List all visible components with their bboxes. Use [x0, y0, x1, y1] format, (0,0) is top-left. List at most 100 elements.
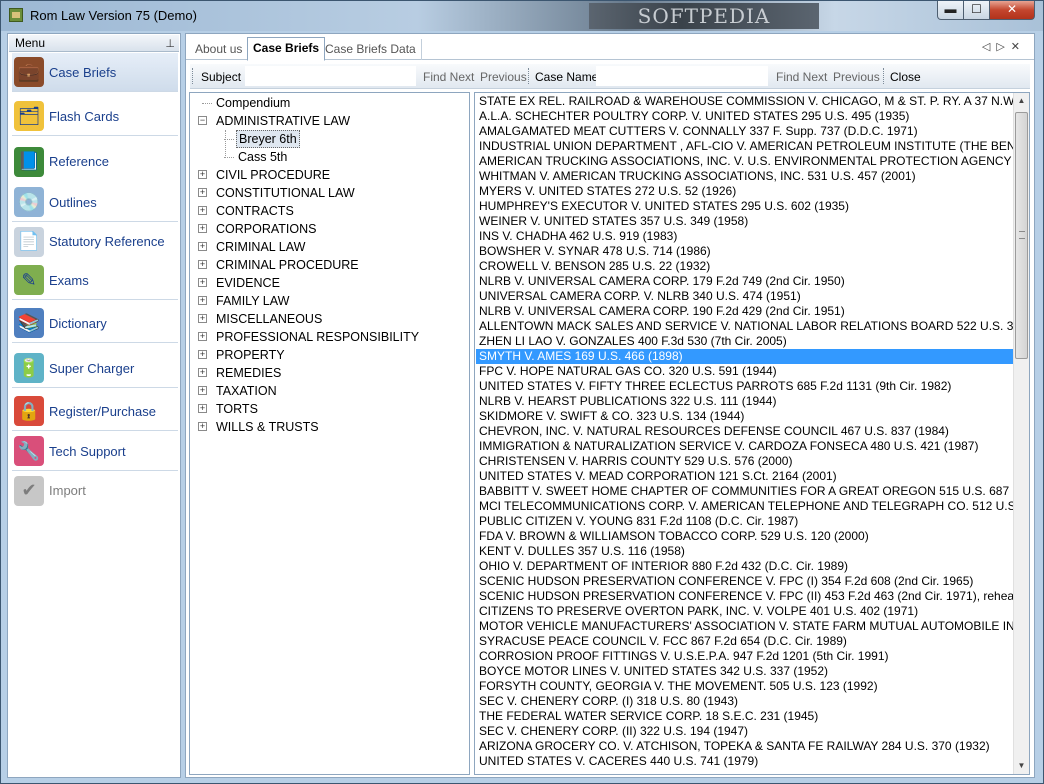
app-icon[interactable]	[9, 8, 23, 22]
pin-icon[interactable]: ⊥	[165, 36, 175, 52]
case-list-item[interactable]: NLRB V. UNIVERSAL CAMERA CORP. 179 F.2d …	[476, 274, 1014, 289]
sidebar-item-dictionary[interactable]: 📚 Dictionary	[12, 304, 178, 343]
tree-node-family-law[interactable]: + FAMILY LAW	[190, 292, 469, 310]
sidebar-item-import[interactable]: ✔ Import	[12, 471, 178, 510]
subject-search-input[interactable]	[245, 66, 416, 86]
case-list-item[interactable]: SMYTH V. AMES 169 U.S. 466 (1898)	[476, 349, 1014, 364]
tree-node-remedies[interactable]: + REMEDIES	[190, 364, 469, 382]
case-list-item[interactable]: NLRB V. HEARST PUBLICATIONS 322 U.S. 111…	[476, 394, 1014, 409]
expand-icon[interactable]: +	[198, 422, 207, 431]
sidebar-item-tech-support[interactable]: 🔧 Tech Support	[12, 432, 178, 471]
case-list-item[interactable]: CROWELL V. BENSON 285 U.S. 22 (1932)	[476, 259, 1014, 274]
tree-node-corporations[interactable]: + CORPORATIONS	[190, 220, 469, 238]
case-list-item[interactable]: IMMIGRATION & NATURALIZATION SERVICE V. …	[476, 439, 1014, 454]
tree-node-civil-procedure[interactable]: + CIVIL PROCEDURE	[190, 166, 469, 184]
expand-icon[interactable]: +	[198, 206, 207, 215]
subject-find-next-button[interactable]: Find Next	[423, 70, 474, 84]
case-list-item[interactable]: FORSYTH COUNTY, GEORGIA V. THE MOVEMENT.…	[476, 679, 1014, 694]
case-list-item[interactable]: INS V. CHADHA 462 U.S. 919 (1983)	[476, 229, 1014, 244]
scroll-down-arrow-icon[interactable]: ▼	[1014, 758, 1029, 774]
case-list-item[interactable]: SEC V. CHENERY CORP. (I) 318 U.S. 80 (19…	[476, 694, 1014, 709]
case-list-item[interactable]: PUBLIC CITIZEN V. YOUNG 831 F.2d 1108 (D…	[476, 514, 1014, 529]
case-list-item[interactable]: BABBITT V. SWEET HOME CHAPTER OF COMMUNI…	[476, 484, 1014, 499]
subject-previous-button[interactable]: Previous	[480, 70, 527, 84]
tree-node-evidence[interactable]: + EVIDENCE	[190, 274, 469, 292]
case-list-item[interactable]: UNITED STATES V. FIFTY THREE ECLECTUS PA…	[476, 379, 1014, 394]
expand-icon[interactable]: +	[198, 368, 207, 377]
case-list-item[interactable]: SCENIC HUDSON PRESERVATION CONFERENCE V.…	[476, 589, 1014, 604]
case-list-item[interactable]: UNITED STATES V. CACERES 440 U.S. 741 (1…	[476, 754, 1014, 769]
tab-navigation-controls[interactable]: ◁▷✕	[982, 40, 1026, 53]
tree-node-constitutional-law[interactable]: + CONSTITUTIONAL LAW	[190, 184, 469, 202]
case-list-item[interactable]: BOYCE MOTOR LINES V. UNITED STATES 342 U…	[476, 664, 1014, 679]
case-list-item[interactable]: WHITMAN V. AMERICAN TRUCKING ASSOCIATION…	[476, 169, 1014, 184]
sidebar-item-super-charger[interactable]: 🔋 Super Charger	[12, 349, 178, 388]
scroll-thumb[interactable]	[1015, 112, 1028, 359]
expand-icon[interactable]: +	[198, 170, 207, 179]
tree-node-torts[interactable]: + TORTS	[190, 400, 469, 418]
tab-case-briefs-data[interactable]: Case Briefs Data	[320, 39, 422, 60]
expand-icon[interactable]: +	[198, 386, 207, 395]
case-list-item[interactable]: AMERICAN TRUCKING ASSOCIATIONS, INC. V. …	[476, 154, 1014, 169]
close-window-button[interactable]: ✕	[989, 1, 1035, 20]
sidebar-item-exams[interactable]: ✎ Exams	[12, 261, 178, 300]
sidebar-item-outlines[interactable]: 💿 Outlines	[12, 183, 178, 222]
tree-node-taxation[interactable]: + TAXATION	[190, 382, 469, 400]
expand-icon[interactable]: +	[198, 350, 207, 359]
case-list-item[interactable]: MOTOR VEHICLE MANUFACTURERS' ASSOCIATION…	[476, 619, 1014, 634]
case-list-item[interactable]: MYERS V. UNITED STATES 272 U.S. 52 (1926…	[476, 184, 1014, 199]
tree-node-contracts[interactable]: + CONTRACTS	[190, 202, 469, 220]
close-search-button[interactable]: Close	[890, 70, 921, 84]
case-list-item[interactable]: CHRISTENSEN V. HARRIS COUNTY 529 U.S. 57…	[476, 454, 1014, 469]
case-list-item[interactable]: NLRB V. UNIVERSAL CAMERA CORP. 190 F.2d …	[476, 304, 1014, 319]
collapse-icon[interactable]: −	[198, 116, 207, 125]
sidebar-item-register-purchase[interactable]: 🔒 Register/Purchase	[12, 392, 178, 431]
case-list-item[interactable]: ALLENTOWN MACK SALES AND SERVICE V. NATI…	[476, 319, 1014, 334]
scroll-up-arrow-icon[interactable]: ▲	[1014, 93, 1029, 109]
case-list-item[interactable]: STATE EX REL. RAILROAD & WAREHOUSE COMMI…	[476, 94, 1014, 109]
expand-icon[interactable]: +	[198, 332, 207, 341]
case-list-item[interactable]: CORROSION PROOF FITTINGS V. U.S.E.P.A. 9…	[476, 649, 1014, 664]
sidebar-item-statutory-reference[interactable]: 📄 Statutory Reference	[12, 222, 178, 261]
title-bar[interactable]: Rom Law Version 75 (Demo) SOFTPEDIA ▬ ☐ …	[1, 1, 1043, 31]
sidebar-item-flash-cards[interactable]: 🗂 Flash Cards	[12, 97, 178, 136]
case-list-item[interactable]: SCENIC HUDSON PRESERVATION CONFERENCE V.…	[476, 574, 1014, 589]
case-list-item[interactable]: SEC V. CHENERY CORP. (II) 322 U.S. 194 (…	[476, 724, 1014, 739]
case-find-next-button[interactable]: Find Next	[776, 70, 827, 84]
case-list-item[interactable]: SKIDMORE V. SWIFT & CO. 323 U.S. 134 (19…	[476, 409, 1014, 424]
tree-node-professional-responsibility[interactable]: + PROFESSIONAL RESPONSIBILITY	[190, 328, 469, 346]
tree-node-criminal-law[interactable]: + CRIMINAL LAW	[190, 238, 469, 256]
case-list-item[interactable]: BOWSHER V. SYNAR 478 U.S. 714 (1986)	[476, 244, 1014, 259]
tree-node-cass-5th[interactable]: Cass 5th	[190, 148, 469, 166]
expand-icon[interactable]: +	[198, 314, 207, 323]
case-list-item[interactable]: A.L.A. SCHECHTER POULTRY CORP. V. UNITED…	[476, 109, 1014, 124]
case-list-item[interactable]: FPC V. HOPE NATURAL GAS CO. 320 U.S. 591…	[476, 364, 1014, 379]
case-list-item[interactable]: WEINER V. UNITED STATES 357 U.S. 349 (19…	[476, 214, 1014, 229]
case-list-item[interactable]: INDUSTRIAL UNION DEPARTMENT , AFL-CIO V.…	[476, 139, 1014, 154]
expand-icon[interactable]: +	[198, 278, 207, 287]
case-list-item[interactable]: ZHEN LI LAO V. GONZALES 400 F.3d 530 (7t…	[476, 334, 1014, 349]
case-list-item[interactable]: HUMPHREY'S EXECUTOR V. UNITED STATES 295…	[476, 199, 1014, 214]
maximize-button[interactable]: ☐	[963, 1, 990, 20]
tree-node-administrative-law[interactable]: − ADMINISTRATIVE LAW	[190, 112, 469, 130]
case-list-item[interactable]: ARIZONA GROCERY CO. V. ATCHISON, TOPEKA …	[476, 739, 1014, 754]
tree-node-wills-trusts[interactable]: + WILLS & TRUSTS	[190, 418, 469, 436]
case-name-search-input[interactable]	[596, 66, 768, 86]
case-list-item[interactable]: THE FEDERAL WATER SERVICE CORP. 18 S.E.C…	[476, 709, 1014, 724]
expand-icon[interactable]: +	[198, 296, 207, 305]
case-list-item[interactable]: UNIVERSAL CAMERA CORP. V. NLRB 340 U.S. …	[476, 289, 1014, 304]
case-list-item[interactable]: UNITED STATES V. MEAD CORPORATION 121 S.…	[476, 469, 1014, 484]
tree-node-miscellaneous[interactable]: + MISCELLANEOUS	[190, 310, 469, 328]
tree-node-criminal-procedure[interactable]: + CRIMINAL PROCEDURE	[190, 256, 469, 274]
case-list-item[interactable]: KENT V. DULLES 357 U.S. 116 (1958)	[476, 544, 1014, 559]
tree-node-breyer-6th[interactable]: Breyer 6th	[190, 130, 469, 148]
toolbar-grip[interactable]	[192, 68, 195, 84]
tab-case-briefs[interactable]: Case Briefs	[247, 37, 326, 61]
case-list-item[interactable]: CHEVRON, INC. V. NATURAL RESOURCES DEFEN…	[476, 424, 1014, 439]
expand-icon[interactable]: +	[198, 188, 207, 197]
expand-icon[interactable]: +	[198, 242, 207, 251]
case-previous-button[interactable]: Previous	[833, 70, 880, 84]
tree-node-compendium[interactable]: Compendium	[190, 94, 469, 112]
sidebar-item-case-briefs[interactable]: 💼 Case Briefs	[12, 53, 178, 92]
case-list-item[interactable]: FDA V. BROWN & WILLIAMSON TOBACCO CORP. …	[476, 529, 1014, 544]
